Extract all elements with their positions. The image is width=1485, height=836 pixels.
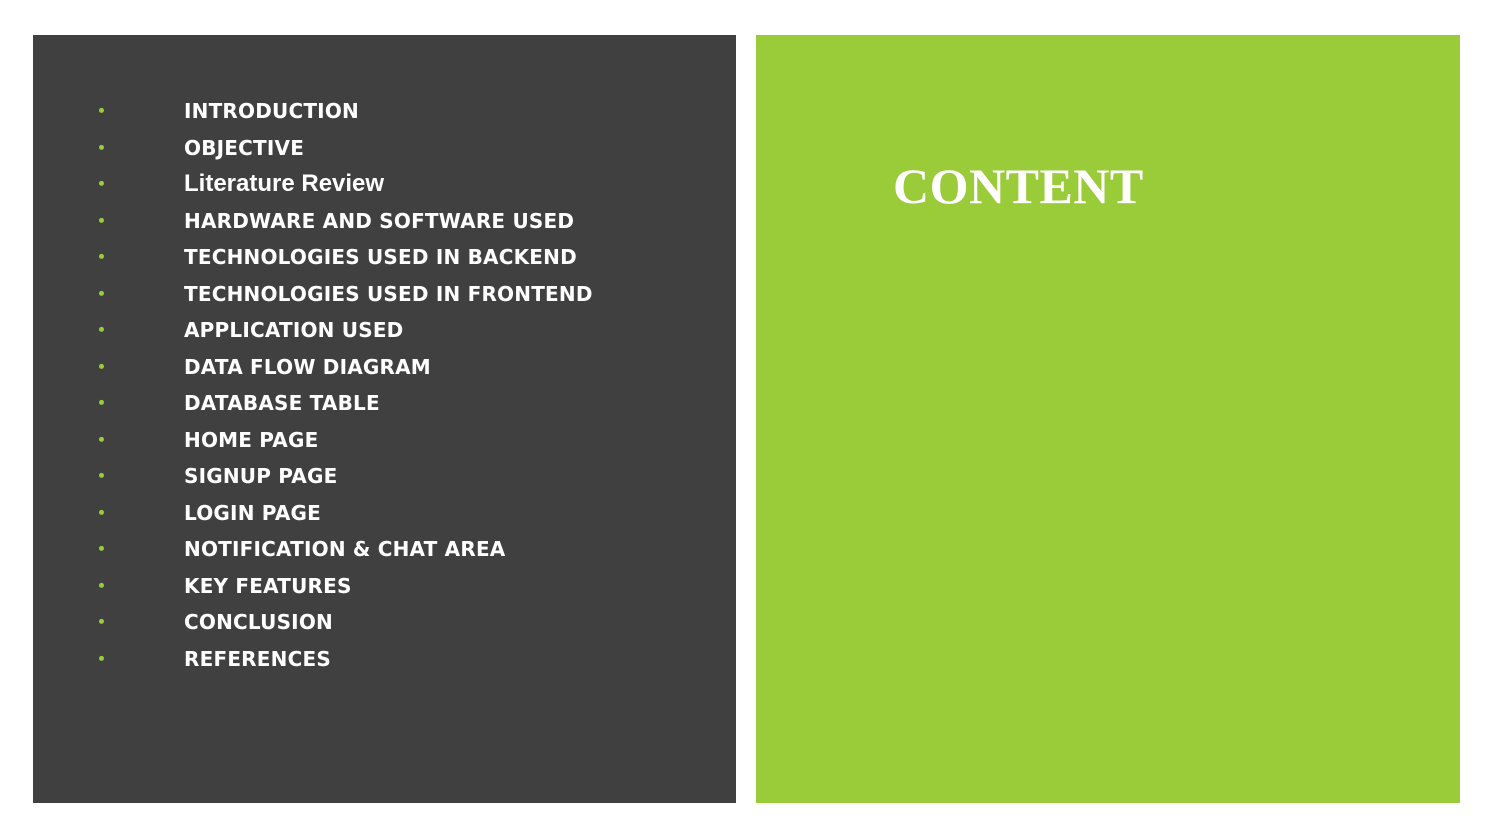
list-item-label: REFERENCES [184, 646, 331, 671]
list-item: NOTIFICATION & CHAT AREA [33, 531, 736, 568]
contents-panel: INTRODUCTION OBJECTIVE Literature Review… [33, 35, 736, 803]
list-item-label: KEY FEATURES [184, 573, 352, 598]
list-item-label: SIGNUP PAGE [184, 464, 338, 489]
bullet-icon [99, 400, 104, 406]
list-item: INTRODUCTION [33, 93, 736, 130]
list-item: KEY FEATURES [33, 568, 736, 605]
list-item: Literature Review [33, 166, 736, 203]
list-item-label: DATA FLOW DIAGRAM [184, 354, 431, 379]
bullet-icon [99, 619, 104, 625]
bullet-icon [99, 108, 104, 114]
list-item-label: TECHNOLOGIES USED IN FRONTEND [184, 281, 593, 306]
list-item: DATA FLOW DIAGRAM [33, 349, 736, 386]
list-item-label: Literature Review [184, 170, 385, 198]
list-item: HARDWARE AND SOFTWARE USED [33, 203, 736, 240]
bullet-icon [99, 363, 104, 369]
bullet-icon [99, 582, 104, 588]
list-item: TECHNOLOGIES USED IN FRONTEND [33, 276, 736, 313]
list-item-label: APPLICATION USED [184, 318, 404, 343]
list-item-label: TECHNOLOGIES USED IN BACKEND [184, 245, 577, 270]
list-item-label: OBJECTIVE [184, 135, 305, 160]
bullet-icon [99, 509, 104, 515]
list-item: DATABASE TABLE [33, 385, 736, 422]
list-item-label: DATABASE TABLE [184, 391, 380, 416]
list-item: TECHNOLOGIES USED IN BACKEND [33, 239, 736, 276]
list-item-label: INTRODUCTION [184, 99, 359, 124]
list-item-label: LOGIN PAGE [184, 500, 321, 525]
bullet-icon [99, 254, 104, 260]
list-item: REFERENCES [33, 641, 736, 678]
slide: INTRODUCTION OBJECTIVE Literature Review… [0, 0, 1485, 836]
list-item: LOGIN PAGE [33, 495, 736, 532]
slide-title: CONTENT [893, 158, 1144, 214]
bullet-icon [99, 436, 104, 442]
list-item: CONCLUSION [33, 604, 736, 641]
bullet-icon [99, 473, 104, 479]
bullet-icon [99, 655, 104, 661]
contents-list: INTRODUCTION OBJECTIVE Literature Review… [33, 93, 736, 677]
bullet-icon [99, 181, 104, 187]
title-panel: CONTENT [756, 35, 1460, 803]
bullet-icon [99, 217, 104, 223]
list-item-label: NOTIFICATION & CHAT AREA [184, 537, 506, 562]
bullet-icon [99, 546, 104, 552]
list-item-label: HARDWARE AND SOFTWARE USED [184, 208, 575, 233]
list-item: SIGNUP PAGE [33, 458, 736, 495]
list-item: OBJECTIVE [33, 130, 736, 167]
list-item-label: CONCLUSION [184, 610, 333, 635]
bullet-icon [99, 144, 104, 150]
bullet-icon [99, 290, 104, 296]
list-item: HOME PAGE [33, 422, 736, 459]
list-item-label: HOME PAGE [184, 427, 319, 452]
list-item: APPLICATION USED [33, 312, 736, 349]
bullet-icon [99, 327, 104, 333]
